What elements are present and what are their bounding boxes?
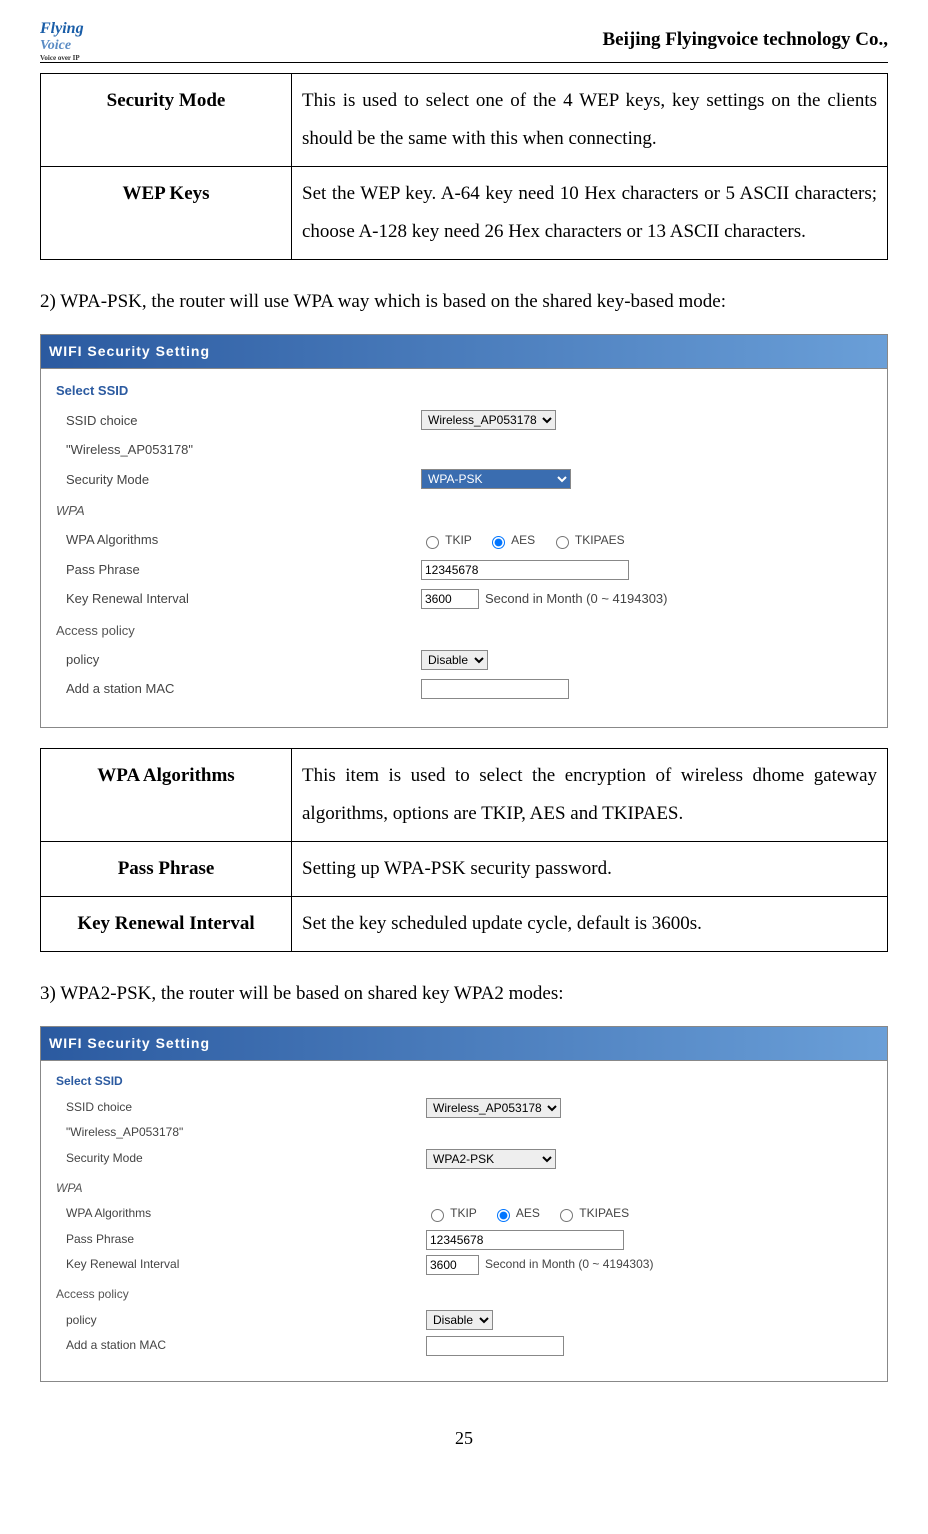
logo-sub: Voice xyxy=(40,38,71,53)
label-key-renewal: Key Renewal Interval xyxy=(41,896,292,951)
wpa2-psk-intro: 3) WPA2-PSK, the router will be based on… xyxy=(40,977,888,1011)
key-renewal-input[interactable] xyxy=(426,1255,479,1275)
policy-label: policy xyxy=(66,1310,426,1332)
pass-phrase-label: Pass Phrase xyxy=(66,1229,426,1251)
wpa-subsection: WPA xyxy=(56,1178,872,1200)
company-name: Beijing Flyingvoice technology Co., xyxy=(602,23,888,57)
key-renewal-label: Key Renewal Interval xyxy=(66,1254,426,1276)
wpa-psk-intro: 2) WPA-PSK, the router will use WPA way … xyxy=(40,285,888,319)
key-renewal-label: Key Renewal Interval xyxy=(66,587,421,610)
key-renewal-unit: Second in Month (0 ~ 4194303) xyxy=(485,587,668,610)
add-station-label: Add a station MAC xyxy=(66,1335,426,1357)
desc-wpa-algo: This item is used to select the encrypti… xyxy=(292,748,888,841)
wpa-algo-label: WPA Algorithms xyxy=(66,1203,426,1225)
policy-label: policy xyxy=(66,648,421,671)
pass-phrase-input[interactable] xyxy=(426,1230,624,1250)
table-row: WEP Keys Set the WEP key. A-64 key need … xyxy=(41,167,888,260)
table-row: WPA Algorithms This item is used to sele… xyxy=(41,748,888,841)
access-policy-section: Access policy xyxy=(56,619,872,642)
page-header: Flying Voice Voice over IP Beijing Flyin… xyxy=(40,20,888,63)
panel-title: WIFI Security Setting xyxy=(41,1027,887,1061)
panel-title: WIFI Security Setting xyxy=(41,335,887,369)
radio-tkipaes[interactable]: TKIPAES xyxy=(555,1206,629,1220)
radio-tkip[interactable]: TKIP xyxy=(426,1206,477,1220)
ssid-choice-select[interactable]: Wireless_AP053178 xyxy=(421,410,556,430)
radio-tkipaes[interactable]: TKIPAES xyxy=(551,533,625,547)
table-row: Security Mode This is used to select one… xyxy=(41,74,888,167)
wpa-table: WPA Algorithms This item is used to sele… xyxy=(40,748,888,952)
pass-phrase-input[interactable] xyxy=(421,560,629,580)
security-mode-label: Security Mode xyxy=(66,1148,426,1170)
add-station-label: Add a station MAC xyxy=(66,677,421,700)
desc-wep-keys: Set the WEP key. A-64 key need 10 Hex ch… xyxy=(292,167,888,260)
label-security-mode: Security Mode xyxy=(41,74,292,167)
pass-phrase-label: Pass Phrase xyxy=(66,558,421,581)
key-renewal-unit: Second in Month (0 ~ 4194303) xyxy=(485,1254,653,1276)
logo: Flying Voice Voice over IP xyxy=(40,20,110,60)
wpa-algo-group: TKIP AES TKIPAES xyxy=(421,528,637,552)
wpa-subsection: WPA xyxy=(56,499,872,522)
ssid-choice-label: SSID choice xyxy=(66,409,421,432)
add-station-input[interactable] xyxy=(426,1336,564,1356)
security-mode-label: Security Mode xyxy=(66,468,421,491)
fieldset-select-ssid: Select SSID xyxy=(56,1071,872,1093)
ssid-quoted: "Wireless_AP053178" xyxy=(66,438,421,461)
policy-select[interactable]: Disable xyxy=(421,650,488,670)
policy-select[interactable]: Disable xyxy=(426,1310,493,1330)
desc-security-mode: This is used to select one of the 4 WEP … xyxy=(292,74,888,167)
access-policy-section: Access policy xyxy=(56,1284,872,1306)
page-number: 25 xyxy=(40,1422,888,1454)
table-row: Pass Phrase Setting up WPA-PSK security … xyxy=(41,841,888,896)
table-row: Key Renewal Interval Set the key schedul… xyxy=(41,896,888,951)
wpa-algo-group: TKIP AES TKIPAES xyxy=(426,1203,641,1225)
label-wep-keys: WEP Keys xyxy=(41,167,292,260)
logo-tag: Voice over IP xyxy=(40,54,80,62)
radio-aes[interactable]: AES xyxy=(492,1206,540,1220)
wep-table: Security Mode This is used to select one… xyxy=(40,73,888,260)
label-pass-phrase: Pass Phrase xyxy=(41,841,292,896)
key-renewal-input[interactable] xyxy=(421,589,479,609)
ssid-choice-label: SSID choice xyxy=(66,1097,426,1119)
logo-main: Flying xyxy=(40,20,84,37)
ssid-quoted: "Wireless_AP053178" xyxy=(66,1122,426,1144)
radio-tkip[interactable]: TKIP xyxy=(421,533,472,547)
wifi-security-screenshot-wpa: WIFI Security Setting Select SSID SSID c… xyxy=(40,334,888,728)
fieldset-select-ssid: Select SSID xyxy=(56,379,872,402)
wpa-algo-label: WPA Algorithms xyxy=(66,528,421,551)
label-wpa-algo: WPA Algorithms xyxy=(41,748,292,841)
security-mode-select[interactable]: WPA2-PSK xyxy=(426,1149,556,1169)
ssid-choice-select[interactable]: Wireless_AP053178 xyxy=(426,1098,561,1118)
desc-key-renewal: Set the key scheduled update cycle, defa… xyxy=(292,896,888,951)
security-mode-select[interactable]: WPA-PSK xyxy=(421,469,571,489)
desc-pass-phrase: Setting up WPA-PSK security password. xyxy=(292,841,888,896)
add-station-input[interactable] xyxy=(421,679,569,699)
wifi-security-screenshot-wpa2: WIFI Security Setting Select SSID SSID c… xyxy=(40,1026,888,1382)
radio-aes[interactable]: AES xyxy=(487,533,535,547)
